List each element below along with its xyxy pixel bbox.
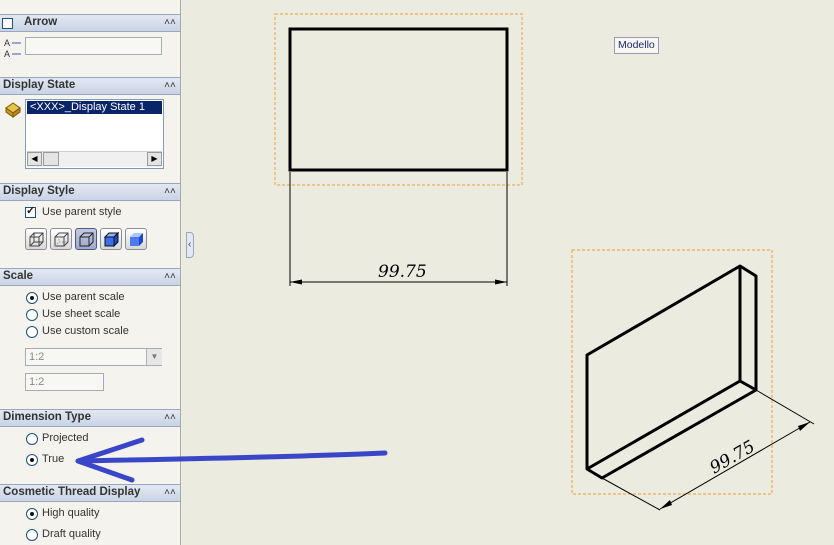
dimension-arrowhead [798, 422, 810, 431]
dimension-arrowhead [660, 500, 672, 509]
front-view[interactable]: 99.75 [274, 13, 523, 286]
iso-extension-line [755, 389, 815, 425]
annotation-arrow [75, 437, 388, 483]
isometric-view[interactable]: 99.75 [571, 249, 815, 511]
front-view-boundary [274, 13, 523, 186]
dimension-arrowhead [290, 279, 302, 285]
front-view-rectangle [288, 27, 509, 172]
iso-view-dimension-text[interactable]: 99.75 [707, 437, 759, 479]
model-tag[interactable]: Modello [614, 37, 659, 54]
drawing-sheet: 99.75 99.75 [75, 13, 815, 511]
dimension-arrowhead [495, 279, 507, 285]
front-view-dimension-text[interactable]: 99.75 [378, 262, 427, 282]
